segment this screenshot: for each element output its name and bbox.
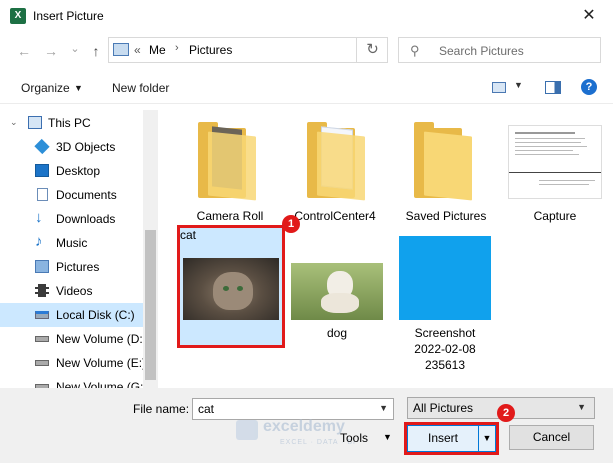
sidebar-item-downloads[interactable]: ↓ Downloads bbox=[0, 207, 143, 231]
music-icon: ♪ bbox=[35, 233, 43, 250]
close-icon[interactable]: ✕ bbox=[577, 5, 601, 27]
watermark-logo-icon bbox=[236, 420, 258, 440]
help-icon[interactable]: ? bbox=[581, 79, 597, 95]
file-name-value: cat bbox=[198, 402, 215, 416]
pc-icon bbox=[28, 116, 42, 129]
sidebar-item-label: This PC bbox=[48, 116, 91, 130]
file-name-field[interactable]: cat ▼ bbox=[192, 398, 394, 420]
scrollbar-thumb[interactable] bbox=[145, 230, 156, 380]
dog-thumbnail bbox=[291, 263, 383, 320]
step-1-badge: 1 bbox=[282, 215, 300, 233]
cancel-button[interactable]: Cancel bbox=[509, 425, 594, 450]
preview-pane-icon[interactable] bbox=[545, 81, 561, 94]
up-arrow-icon[interactable]: ↑ bbox=[87, 42, 105, 60]
sidebar-item-this-pc[interactable]: ⌄ This PC bbox=[0, 111, 143, 135]
organize-button[interactable]: Organize bbox=[21, 81, 70, 95]
search-placeholder: Search Pictures bbox=[439, 44, 524, 58]
drive-icon bbox=[35, 336, 49, 342]
file-item-camera-roll[interactable]: Camera Roll bbox=[180, 118, 280, 228]
insert-dropdown-icon[interactable]: ▼ bbox=[479, 425, 496, 452]
file-name: Screenshot bbox=[414, 326, 476, 340]
address-bar[interactable]: « Me › Pictures ▼ bbox=[108, 37, 451, 63]
file-item-saved-pictures[interactable]: Saved Pictures bbox=[396, 118, 496, 228]
navigation-pane: ⌄ This PC 3D Objects Desktop Documents ↓… bbox=[0, 110, 158, 388]
address-overflow[interactable]: « bbox=[134, 43, 141, 57]
watermark-text: exceldemy bbox=[263, 418, 345, 435]
recent-locations-icon[interactable]: ⌄ bbox=[66, 40, 84, 58]
sidebar-item-label: Pictures bbox=[56, 260, 100, 274]
sidebar-item-label: New Volume (E:) bbox=[56, 356, 147, 370]
sidebar-item-desktop[interactable]: Desktop bbox=[0, 159, 143, 183]
view-dropdown-icon[interactable]: ▼ bbox=[514, 80, 523, 90]
file-item-screenshot[interactable]: Screenshot 2022-02-08 235613 bbox=[395, 225, 495, 375]
change-view-icon[interactable] bbox=[492, 82, 506, 93]
sidebar-item-label: Desktop bbox=[56, 164, 101, 178]
sidebar-item-new-volume-d[interactable]: New Volume (D: bbox=[0, 327, 143, 351]
drive-icon bbox=[35, 360, 49, 366]
sidebar-item-label: New Volume (D: bbox=[56, 332, 143, 346]
new-folder-button[interactable]: New folder bbox=[112, 81, 169, 95]
file-name-label: File name: bbox=[133, 402, 190, 416]
file-item-cat[interactable]: cat bbox=[177, 225, 285, 348]
desktop-icon bbox=[35, 164, 49, 177]
breadcrumb-me[interactable]: Me bbox=[149, 43, 166, 57]
sidebar-item-label: Music bbox=[56, 236, 88, 250]
file-name: Capture bbox=[533, 209, 577, 223]
capture-thumbnail bbox=[508, 125, 602, 199]
sidebar-item-new-volume-g[interactable]: New Volume (G: bbox=[0, 375, 143, 388]
excel-app-icon: X bbox=[10, 8, 26, 24]
documents-icon bbox=[37, 188, 48, 201]
file-name-line2: 2022-02-08 bbox=[414, 342, 476, 356]
pictures-icon bbox=[35, 260, 49, 273]
window-title: Insert Picture bbox=[33, 9, 104, 23]
file-type-dropdown-icon[interactable]: ▼ bbox=[577, 402, 586, 412]
sidebar-item-label: New Volume (G: bbox=[56, 380, 144, 388]
sidebar-item-label: 3D Objects bbox=[56, 140, 116, 154]
file-name: ControlCenter4 bbox=[294, 209, 376, 223]
sidebar-item-new-volume-e[interactable]: New Volume (E:) bbox=[0, 351, 147, 375]
pictures-folder-icon bbox=[113, 43, 129, 56]
sidebar-item-label: Downloads bbox=[56, 212, 116, 226]
cube-icon bbox=[34, 138, 50, 155]
sidebar-item-documents[interactable]: Documents bbox=[0, 183, 143, 207]
sidebar-item-pictures[interactable]: Pictures bbox=[0, 255, 143, 279]
videos-icon bbox=[35, 284, 49, 297]
file-item-capture[interactable]: Capture bbox=[505, 118, 605, 228]
title-bar: X Insert Picture ✕ bbox=[0, 0, 613, 32]
file-type-value: All Pictures bbox=[413, 401, 474, 415]
file-item-controlcenter4[interactable]: ControlCenter4 bbox=[285, 118, 385, 228]
search-input[interactable]: ⚲ Search Pictures bbox=[398, 37, 601, 63]
search-icon: ⚲ bbox=[410, 43, 420, 58]
insert-button[interactable]: Insert bbox=[407, 425, 479, 452]
file-name: dog bbox=[326, 326, 348, 340]
file-name: Camera Roll bbox=[196, 209, 264, 223]
screenshot-thumbnail bbox=[399, 236, 491, 320]
file-name-dropdown-icon[interactable]: ▼ bbox=[379, 403, 388, 413]
file-name-line3: 235613 bbox=[424, 358, 466, 372]
sidebar-item-label: Videos bbox=[56, 284, 93, 298]
sidebar-item-label: Local Disk (C:) bbox=[56, 308, 135, 322]
collapse-chevron-icon[interactable]: ⌄ bbox=[10, 117, 18, 128]
file-name: Saved Pictures bbox=[405, 209, 487, 223]
sidebar-item-music[interactable]: ♪ Music bbox=[0, 231, 143, 255]
file-name: cat bbox=[180, 228, 197, 242]
organize-dropdown-icon[interactable]: ▼ bbox=[74, 83, 83, 93]
breadcrumb-chevron-icon[interactable]: › bbox=[175, 42, 179, 54]
tools-button[interactable]: Tools bbox=[340, 431, 368, 445]
disk-icon bbox=[35, 311, 49, 319]
tools-dropdown-icon[interactable]: ▼ bbox=[383, 432, 392, 442]
sidebar-item-local-disk-c[interactable]: Local Disk (C:) bbox=[0, 303, 143, 327]
sidebar-item-videos[interactable]: Videos bbox=[0, 279, 143, 303]
refresh-icon[interactable]: ↻ bbox=[356, 37, 388, 63]
forward-arrow-icon[interactable]: → bbox=[42, 42, 60, 60]
step-2-badge: 2 bbox=[497, 404, 515, 422]
file-item-dog[interactable]: dog bbox=[287, 225, 387, 345]
download-icon: ↓ bbox=[35, 209, 43, 226]
sidebar-item-label: Documents bbox=[56, 188, 117, 202]
back-arrow-icon[interactable]: ← bbox=[15, 42, 33, 60]
breadcrumb-pictures[interactable]: Pictures bbox=[189, 43, 232, 57]
cat-thumbnail bbox=[183, 258, 279, 320]
sidebar-item-3d-objects[interactable]: 3D Objects bbox=[0, 135, 143, 159]
